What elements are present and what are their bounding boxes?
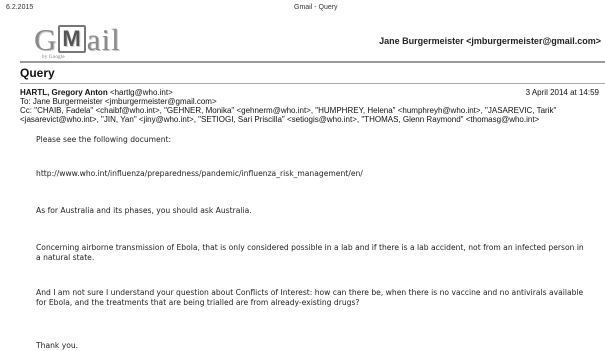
sender-name[interactable]: HARTL, Gregory Anton (20, 88, 108, 97)
print-date: 6.2.2015 (6, 4, 34, 11)
envelope-m-icon: M (58, 25, 86, 53)
body-paragraph: Concerning airborne transmission of Ebol… (36, 243, 584, 262)
document-link[interactable]: http://www.who.int/influenza/preparednes… (36, 169, 363, 179)
body-paragraph: As for Australia and its phases, you sho… (36, 206, 252, 215)
logo-letters-ail: ail (86, 22, 121, 57)
body-paragraph: And I am not sure I understand your ques… (36, 288, 584, 307)
gmail-logo[interactable]: G Mail by Google (34, 22, 144, 60)
from-line: HARTL, Gregory Anton <hartlg@who.int> 3 … (20, 88, 599, 97)
to-line: To: Jane Burgermeister <jmburgermeister@… (20, 97, 217, 106)
cc-line: Cc: "CHAIB, Fadela" <chaibf@who.int>, "G… (20, 106, 557, 124)
logo-letter-g: G (34, 22, 58, 57)
divider (20, 83, 605, 84)
sender-address[interactable]: <hartlg@who.int> (110, 88, 173, 97)
message-headers: HARTL, Gregory Anton <hartlg@who.int> 3 … (20, 88, 599, 124)
print-title: Gmail - Query (294, 4, 338, 11)
logo-tagline: by Google (42, 55, 65, 60)
body-paragraph: Please see the following document: (36, 135, 172, 144)
message-date: 3 April 2014 at 14:59 (525, 88, 599, 97)
print-header: 6.2.2015 Gmail - Query (4, 4, 601, 14)
account-name: Jane Burgermeister <jmburgermeister@gmai… (379, 36, 601, 46)
sign-off: Thank you. (36, 341, 79, 350)
divider (20, 61, 605, 63)
email-subject: Query (20, 66, 55, 80)
gmail-logo-wordmark: G Mail (34, 22, 121, 58)
